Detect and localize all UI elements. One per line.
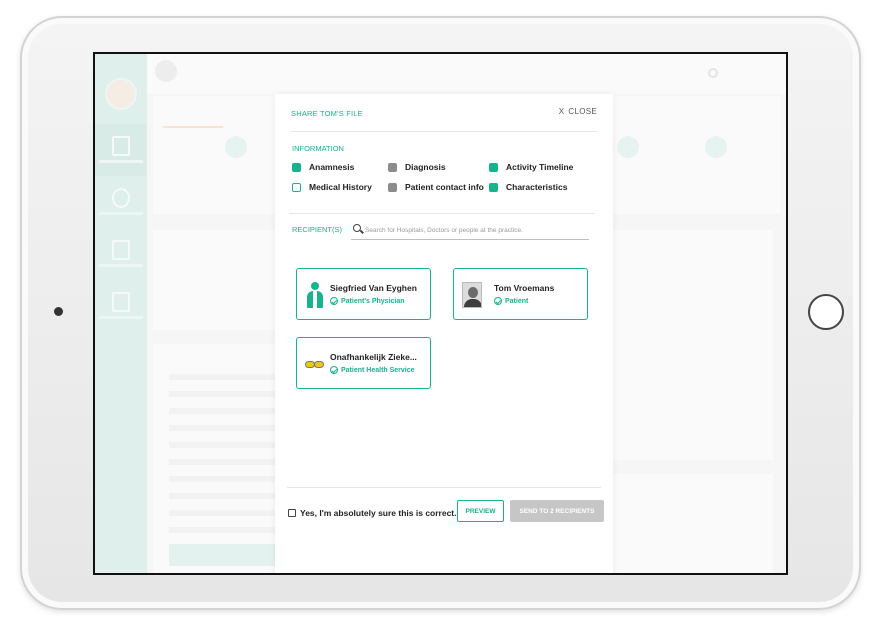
recipient-role: Patient Health Service — [330, 366, 415, 374]
modal-title: SHARE TOM'S FILE — [291, 109, 363, 118]
close-button[interactable]: X CLOSE — [559, 107, 597, 116]
checkbox-icon — [292, 182, 301, 192]
doctor-icon — [305, 282, 325, 308]
recipient-name: Onafhankelijk Zieke... — [330, 352, 417, 362]
close-icon: X — [558, 107, 565, 116]
footer-divider — [287, 487, 601, 488]
health-service-logo-icon — [305, 351, 325, 377]
checkbox-icon — [288, 509, 296, 517]
share-file-modal: SHARE TOM'S FILE X CLOSE INFORMATION Anam… — [275, 94, 613, 573]
recipient-name: Tom Vroemans — [494, 283, 555, 293]
recipient-search-input[interactable] — [365, 223, 585, 237]
modal-header: SHARE TOM'S FILE X CLOSE — [291, 107, 597, 132]
close-label: CLOSE — [568, 107, 597, 116]
search-icon — [353, 224, 361, 232]
send-button[interactable]: SEND TO 2 RECIPIENTS — [510, 500, 604, 522]
checkbox-medical-history[interactable]: Medical History — [292, 182, 372, 192]
checkbox-icon — [388, 162, 397, 172]
recipient-role: Patient — [494, 297, 528, 305]
home-button[interactable] — [808, 294, 844, 330]
camera-icon — [54, 307, 63, 316]
recipient-role: Patient's Physician — [330, 297, 405, 305]
checkbox-icon — [292, 162, 301, 172]
checkbox-icon — [388, 182, 397, 192]
checkbox-patient-contact-info[interactable]: Patient contact info — [388, 182, 484, 192]
checkbox-diagnosis[interactable]: Diagnosis — [388, 162, 446, 172]
confirm-label: Yes, I'm absolutely sure this is correct… — [300, 508, 457, 518]
recipient-card-patient[interactable]: Tom Vroemans Patient — [453, 268, 588, 320]
checkbox-characteristics[interactable]: Characteristics — [489, 182, 567, 192]
checkbox-icon — [489, 162, 498, 172]
check-circle-icon — [330, 366, 338, 374]
confirm-checkbox[interactable]: Yes, I'm absolutely sure this is correct… — [288, 508, 457, 518]
checkbox-icon — [489, 182, 498, 192]
divider — [289, 213, 595, 214]
person-photo-icon — [462, 282, 482, 308]
check-circle-icon — [494, 297, 502, 305]
information-label: INFORMATION — [292, 144, 344, 153]
checkbox-anamnesis[interactable]: Anamnesis — [292, 162, 354, 172]
screen: SHARE TOM'S FILE X CLOSE INFORMATION Anam… — [93, 52, 788, 575]
recipient-search — [351, 222, 589, 240]
preview-button[interactable]: PREVIEW — [457, 500, 504, 522]
recipient-name: Siegfried Van Eyghen — [330, 283, 417, 293]
checkbox-activity-timeline[interactable]: Activity Timeline — [489, 162, 573, 172]
recipient-card-health-service[interactable]: Onafhankelijk Zieke... Patient Health Se… — [296, 337, 431, 389]
recipients-label: RECIPIENT(S) — [292, 225, 343, 234]
check-circle-icon — [330, 297, 338, 305]
recipient-card-physician[interactable]: Siegfried Van Eyghen Patient's Physician — [296, 268, 431, 320]
